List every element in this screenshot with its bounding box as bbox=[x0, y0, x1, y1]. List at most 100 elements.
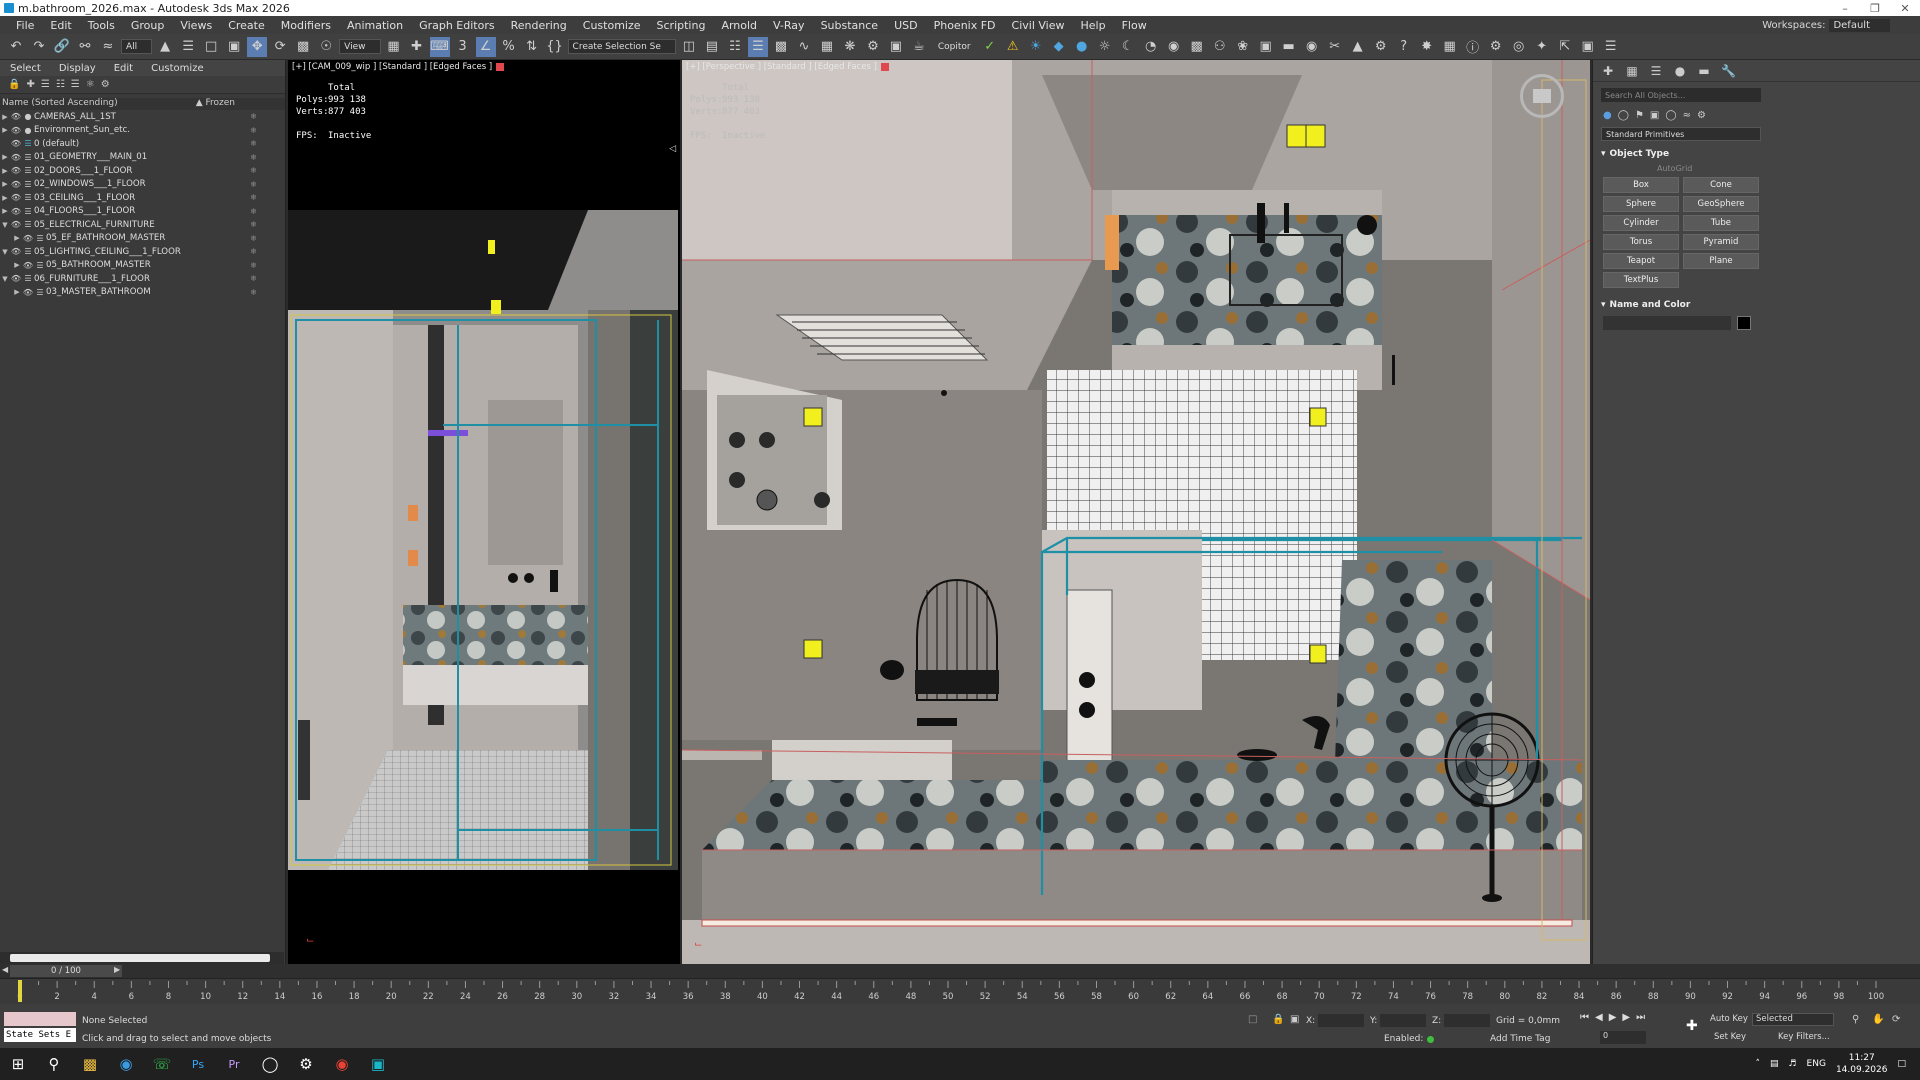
unlink-icon[interactable]: ⚯ bbox=[75, 37, 95, 57]
object-search-input[interactable]: Search All Objects... bbox=[1601, 88, 1761, 102]
viewport-collapse-arrow-icon[interactable]: ◁ bbox=[669, 144, 676, 154]
scale-icon[interactable]: ▩ bbox=[293, 37, 313, 57]
mirror-icon[interactable]: ◫ bbox=[679, 37, 699, 57]
next-frame-icon[interactable]: ▶ bbox=[1622, 1012, 1630, 1023]
clock[interactable]: 11:27 14.09.2026 bbox=[1836, 1052, 1888, 1076]
plane-button[interactable]: Plane bbox=[1683, 253, 1759, 269]
explorer-tab-edit[interactable]: Edit bbox=[114, 63, 133, 74]
warning-icon[interactable]: ⚠ bbox=[1003, 37, 1023, 57]
add-to-layer-icon[interactable]: ☰ bbox=[41, 79, 50, 90]
explorer-horizontal-scrollbar[interactable] bbox=[0, 952, 284, 964]
photoshop-icon[interactable]: Ps bbox=[180, 1048, 216, 1080]
network-icon[interactable]: ▤ bbox=[1770, 1059, 1779, 1069]
vray-geometry-icon[interactable]: ◆ bbox=[1049, 37, 1069, 57]
link-icon[interactable]: 🔗 bbox=[52, 37, 72, 57]
vray-plane-icon[interactable]: ▬ bbox=[1279, 37, 1299, 57]
pyramid-button[interactable]: Pyramid bbox=[1683, 234, 1759, 250]
freeze-icon[interactable]: ❄ bbox=[250, 126, 257, 135]
volume-icon[interactable]: ♬ bbox=[1788, 1059, 1796, 1069]
freeze-icon[interactable]: ❄ bbox=[250, 207, 257, 216]
lock-icon[interactable]: 🔒 bbox=[8, 79, 20, 90]
vray-mesh-icon[interactable]: ▲ bbox=[1348, 37, 1368, 57]
tree-row[interactable]: ▶ 👁 ☰ 05_EF_BATHROOM_MASTER ❄ bbox=[0, 232, 285, 246]
new-layer-icon[interactable]: ✚ bbox=[26, 79, 34, 90]
eye-icon[interactable]: 👁 bbox=[10, 166, 22, 175]
bind-space-warp-icon[interactable]: ≈ bbox=[98, 37, 118, 57]
tree-row[interactable]: ▼ 👁 ☰ 05_LIGHTING_CEILING___1_FLOOR ❄ bbox=[0, 245, 285, 259]
vray-lights-icon[interactable]: ☀ bbox=[1026, 37, 1046, 57]
select-manipulate-icon[interactable]: ✚ bbox=[407, 37, 427, 57]
material-editor-icon[interactable]: ❋ bbox=[840, 37, 860, 57]
menu-tools[interactable]: Tools bbox=[80, 19, 123, 32]
language-indicator[interactable]: ENG bbox=[1807, 1059, 1826, 1069]
auto-key-button[interactable]: Auto Key bbox=[1710, 1014, 1748, 1024]
menu-usd[interactable]: USD bbox=[886, 19, 926, 32]
display-tab-icon[interactable]: ▬ bbox=[1697, 64, 1711, 78]
viewport-label[interactable]: [+] [Perspective ] [Standard ] [Edged Fa… bbox=[686, 62, 889, 72]
export-icon[interactable]: ⇱ bbox=[1555, 37, 1575, 57]
autogrid-checkbox[interactable]: AutoGrid bbox=[1601, 161, 1761, 175]
vray-sun-icon[interactable]: ☼ bbox=[1095, 37, 1115, 57]
vray-proxy-icon[interactable]: ⚇ bbox=[1210, 37, 1230, 57]
spacewarps-category-icon[interactable]: ≈ bbox=[1683, 110, 1691, 121]
expand-arrow-icon[interactable]: ▶ bbox=[0, 153, 10, 161]
collapse-arrow-icon[interactable]: ▼ bbox=[0, 221, 10, 229]
minimize-button[interactable]: – bbox=[1830, 2, 1860, 15]
helpers-category-icon[interactable]: ◯ bbox=[1665, 110, 1676, 121]
tree-row[interactable]: ▼ 👁 ☰ 06_FURNITURE___1_FLOOR ❄ bbox=[0, 272, 285, 286]
angle-snap-icon[interactable]: ∠ bbox=[475, 36, 496, 57]
tube-button[interactable]: Tube bbox=[1683, 215, 1759, 231]
expand-arrow-icon[interactable]: ▶ bbox=[0, 194, 10, 202]
expand-arrow-icon[interactable]: ▶ bbox=[12, 261, 22, 269]
perspective-viewport[interactable]: [+] [Perspective ] [Standard ] [Edged Fa… bbox=[682, 60, 1590, 964]
menu-file[interactable]: File bbox=[8, 19, 42, 32]
eye-icon[interactable]: 👁 bbox=[22, 261, 34, 270]
percent-snap-icon[interactable]: % bbox=[499, 37, 519, 57]
vray-fur-icon[interactable]: ❀ bbox=[1233, 37, 1253, 57]
whatsapp-icon[interactable]: ☏ bbox=[144, 1048, 180, 1080]
zoom-icon[interactable]: ⚲ bbox=[1852, 1014, 1859, 1025]
key-mode-icon[interactable]: ✚ bbox=[1686, 1018, 1698, 1034]
chrome-icon[interactable]: ◉ bbox=[324, 1048, 360, 1080]
notifications-icon[interactable]: □ bbox=[1897, 1059, 1906, 1069]
freeze-icon[interactable]: ❄ bbox=[250, 274, 257, 283]
freeze-icon[interactable]: ❄ bbox=[250, 220, 257, 229]
freeze-icon[interactable]: ❄ bbox=[250, 247, 257, 256]
textplus-button[interactable]: TextPlus bbox=[1603, 272, 1679, 288]
sphere-button[interactable]: Sphere bbox=[1603, 196, 1679, 212]
teapot-button[interactable]: Teapot bbox=[1603, 253, 1679, 269]
filter-icon[interactable]: ⚙ bbox=[101, 79, 110, 90]
current-frame-marker[interactable] bbox=[18, 980, 22, 1002]
eye-icon[interactable]: 👁 bbox=[22, 288, 34, 297]
y-field[interactable] bbox=[1380, 1014, 1427, 1027]
geometry-category-icon[interactable]: ● bbox=[1603, 110, 1612, 121]
menu-customize[interactable]: Customize bbox=[575, 19, 649, 32]
eye-icon[interactable]: 👁 bbox=[22, 234, 34, 243]
collapse-arrow-icon[interactable]: ▼ bbox=[0, 248, 10, 256]
select-by-name-icon[interactable]: ☰ bbox=[178, 37, 198, 57]
viewcube-icon[interactable] bbox=[1520, 74, 1564, 118]
time-next-arrow-icon[interactable]: ▶ bbox=[114, 965, 120, 974]
tree-row[interactable]: ▶ 👁 ● CAMERAS_ALL_1ST ❄ bbox=[0, 110, 285, 124]
sort-layers-icon[interactable]: ☰ bbox=[71, 79, 80, 90]
freeze-icon[interactable]: ❄ bbox=[250, 288, 257, 297]
target-icon[interactable]: ◎ bbox=[1509, 37, 1529, 57]
explorer-tab-customize[interactable]: Customize bbox=[151, 63, 204, 74]
rollout-collapse-icon[interactable]: ▾ bbox=[1601, 149, 1606, 159]
expand-arrow-icon[interactable]: ▶ bbox=[0, 113, 10, 121]
tree-row[interactable]: ▶ 👁 ☰ 03_MASTER_BATHROOM ❄ bbox=[0, 286, 285, 300]
menu-phoenix-fd[interactable]: Phoenix FD bbox=[926, 19, 1004, 32]
pivot-icon[interactable]: ▦ bbox=[384, 37, 404, 57]
more-tools-icon[interactable]: ☰ bbox=[1601, 37, 1621, 57]
explorer-tab-select[interactable]: Select bbox=[10, 63, 41, 74]
menu-scripting[interactable]: Scripting bbox=[649, 19, 714, 32]
rect-selection-icon[interactable]: □ bbox=[201, 37, 221, 57]
info-icon[interactable]: ⓘ bbox=[1463, 37, 1483, 57]
expand-arrow-icon[interactable]: ▶ bbox=[12, 288, 22, 296]
key-selection-dropdown[interactable]: Selected bbox=[1752, 1013, 1834, 1026]
snap-toggle-icon[interactable]: 3 bbox=[453, 37, 473, 57]
vray-frame-buffer-icon[interactable]: ▩ bbox=[1187, 37, 1207, 57]
x-field[interactable] bbox=[1318, 1014, 1365, 1027]
time-tag-enabled[interactable]: Enabled: bbox=[1384, 1034, 1435, 1044]
box-button[interactable]: Box bbox=[1603, 177, 1679, 193]
